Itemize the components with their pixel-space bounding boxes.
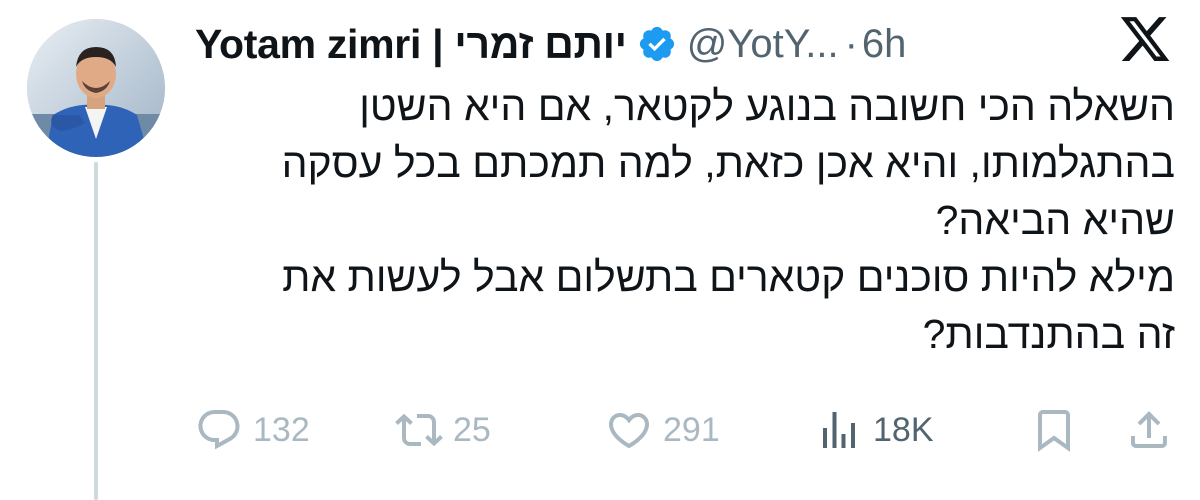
- author-handle[interactable]: @YotY...: [687, 22, 839, 67]
- verified-badge-icon: [637, 24, 677, 64]
- tweet-text-line: בהתגלמותו, והיא אכן כזאת, למה תמכתם בכל …: [281, 140, 1175, 186]
- thread-line: [94, 162, 98, 500]
- tweet-card: Yotam zimri | יותם זמרי @YotY... · 6h הש…: [0, 0, 1200, 500]
- like-button[interactable]: 291: [605, 400, 720, 460]
- action-bar: 132 25 291 18K: [190, 400, 1180, 460]
- heart-icon: [608, 413, 650, 449]
- author-display-name[interactable]: Yotam zimri | יותם זמרי: [195, 21, 627, 68]
- bookmark-icon: [1038, 410, 1070, 452]
- tweet-text-line: מילא להיות סוכנים קטארים בתשלום אבל לעשו…: [282, 254, 1175, 300]
- tweet-text: השאלה הכי חשובה בנוגע לקטאר, אם היא השטן…: [195, 78, 1175, 363]
- x-logo-icon[interactable]: [1118, 12, 1172, 66]
- like-count: 291: [663, 410, 720, 449]
- retweet-count: 25: [453, 410, 491, 449]
- bookmark-button[interactable]: [1030, 400, 1078, 460]
- views-count: 18K: [873, 410, 934, 449]
- avatar[interactable]: [27, 19, 165, 157]
- share-icon: [1131, 411, 1167, 448]
- tweet-header: Yotam zimri | יותם זמרי @YotY... · 6h: [195, 14, 906, 74]
- avatar-photo: [27, 19, 165, 157]
- views-button[interactable]: 18K: [815, 400, 934, 460]
- tweet-text-line: השאלה הכי חשובה בנוגע לקטאר, אם היא השטן: [359, 83, 1175, 129]
- tweet-timestamp[interactable]: 6h: [862, 22, 907, 67]
- tweet-text-line: שהיא הביאה?: [935, 197, 1175, 243]
- views-icon: [823, 412, 855, 448]
- reply-icon: [198, 410, 240, 450]
- retweet-icon: [395, 413, 443, 447]
- tweet-text-line: זה בהתנדבות?: [922, 311, 1175, 357]
- separator-dot: ·: [844, 21, 858, 66]
- share-button[interactable]: [1125, 400, 1173, 460]
- reply-count: 132: [253, 410, 310, 449]
- reply-button[interactable]: 132: [195, 400, 310, 460]
- retweet-button[interactable]: 25: [395, 400, 491, 460]
